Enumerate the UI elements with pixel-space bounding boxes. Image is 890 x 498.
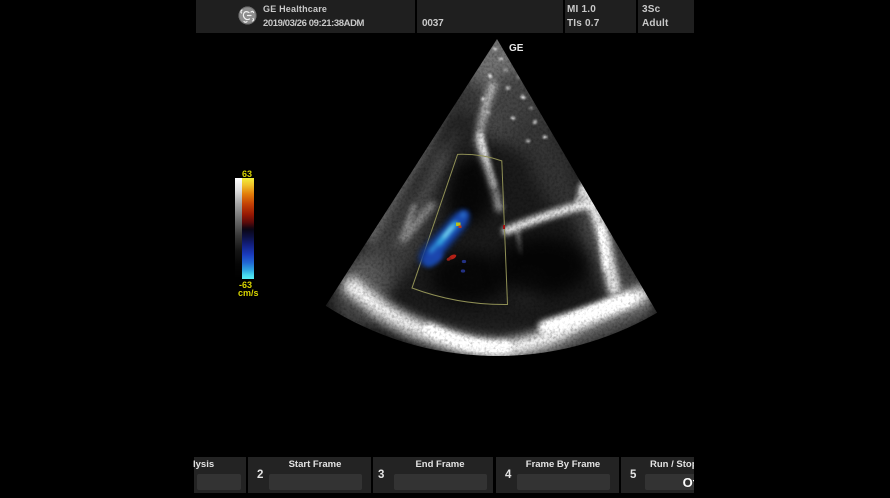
svg-text:GE: GE (509, 43, 524, 54)
